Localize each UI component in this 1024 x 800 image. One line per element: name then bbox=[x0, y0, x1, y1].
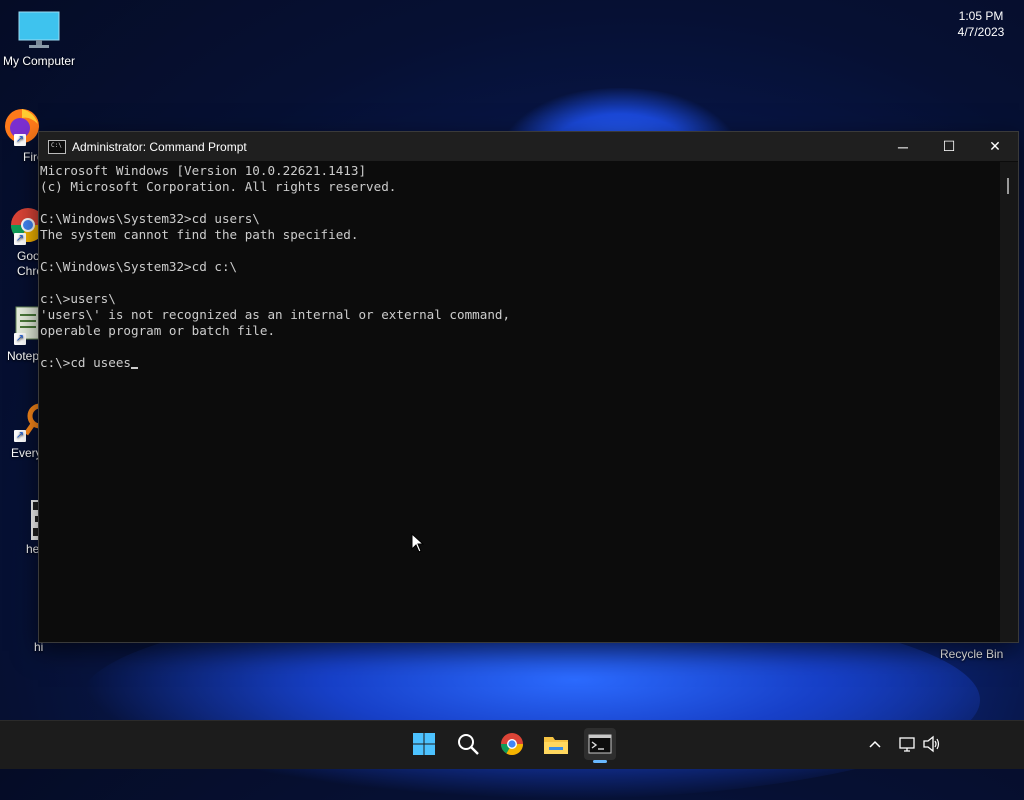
close-button[interactable]: ✕ bbox=[972, 132, 1018, 161]
title-bar[interactable]: C:\ Administrator: Command Prompt ─ ☐ ✕ bbox=[39, 132, 1018, 161]
console-line: c:\>users\ bbox=[40, 291, 116, 306]
console-line: operable program or batch file. bbox=[40, 323, 276, 338]
clock-time: 1:05 PM bbox=[958, 9, 1004, 23]
folder-icon[interactable] bbox=[540, 728, 572, 760]
chrome-icon[interactable] bbox=[496, 728, 528, 760]
mouse-pointer-icon bbox=[411, 532, 425, 558]
recycle-bin-label[interactable]: Recycle Bin bbox=[940, 647, 1003, 661]
desktop-icon-label: My Computer bbox=[2, 54, 76, 68]
terminal-icon[interactable] bbox=[584, 728, 616, 760]
shortcut-arrow-icon: ↗ bbox=[14, 134, 26, 146]
console-line: Microsoft Windows [Version 10.0.22621.14… bbox=[40, 163, 367, 178]
window-title: Administrator: Command Prompt bbox=[72, 139, 247, 154]
console-line: C:\Windows\System32>cd users\ bbox=[40, 211, 260, 226]
command-prompt-window[interactable]: C:\ Administrator: Command Prompt ─ ☐ ✕ … bbox=[38, 131, 1019, 643]
minimize-button[interactable]: ─ bbox=[880, 132, 926, 161]
windows-logo-icon[interactable] bbox=[408, 728, 440, 760]
vertical-scrollbar[interactable] bbox=[1000, 162, 1018, 642]
active-app-indicator bbox=[593, 760, 607, 763]
tray-overflow-chevron[interactable] bbox=[868, 720, 882, 768]
shortcut-arrow-icon: ↗ bbox=[14, 333, 26, 345]
chevron-up-icon bbox=[869, 740, 881, 748]
desktop-icon-my-computer[interactable]: My Computer bbox=[0, 10, 78, 68]
clock-date: 4/7/2023 bbox=[957, 25, 1005, 39]
maximize-button[interactable]: ☐ bbox=[926, 132, 972, 161]
terminal-icon: C:\ bbox=[48, 139, 66, 154]
search-icon[interactable] bbox=[452, 728, 484, 760]
console-line: The system cannot find the path specifie… bbox=[40, 227, 359, 242]
shortcut-arrow-icon: ↗ bbox=[14, 233, 26, 245]
console-output[interactable]: Microsoft Windows [Version 10.0.22621.14… bbox=[39, 162, 1000, 642]
console-line: c:\>cd usees bbox=[40, 355, 1000, 371]
shortcut-arrow-icon: ↗ bbox=[14, 430, 26, 442]
system-clock[interactable]: 1:05 PM 4/7/2023 bbox=[942, 8, 1020, 40]
console-line: C:\Windows\System32>cd c:\ bbox=[40, 259, 238, 274]
text-cursor bbox=[131, 367, 138, 369]
volume-icon[interactable] bbox=[922, 720, 942, 768]
network-icon[interactable] bbox=[898, 720, 916, 768]
console-line: 'users\' is not recognized as an interna… bbox=[40, 307, 511, 322]
console-line: (c) Microsoft Corporation. All rights re… bbox=[40, 179, 397, 194]
monitor-icon bbox=[17, 10, 61, 50]
scrollbar-thumb[interactable] bbox=[1007, 178, 1009, 194]
